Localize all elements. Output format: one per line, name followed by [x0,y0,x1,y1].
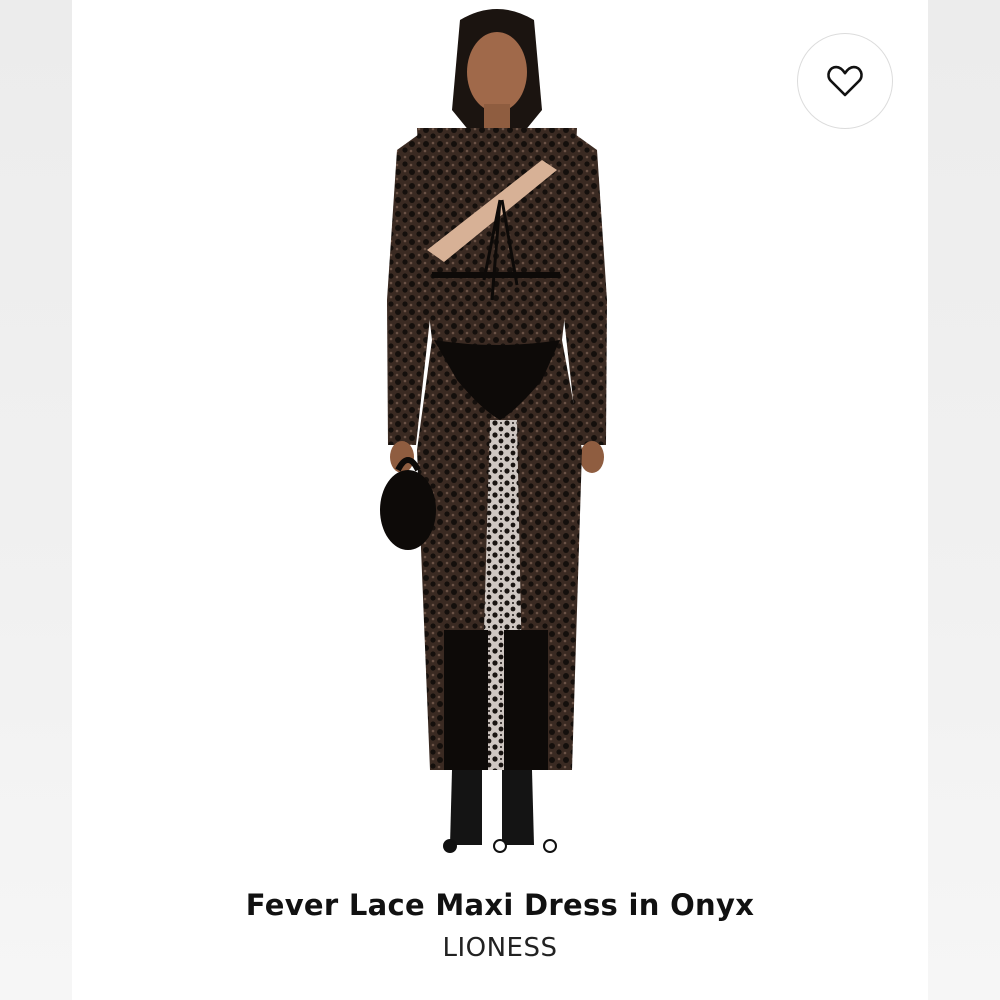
product-title: Fever Lace Maxi Dress in Onyx [245,888,755,922]
product-image[interactable] [72,0,928,880]
wishlist-button[interactable] [797,33,893,129]
image-carousel-dots [0,839,1000,853]
carousel-dot-1[interactable] [443,839,457,853]
brand-name[interactable]: LIONESS [0,933,1000,963]
model-photo [380,9,607,845]
carousel-dot-2[interactable] [493,839,507,853]
heart-outline-icon [827,65,863,97]
carousel-dot-3[interactable] [543,839,557,853]
product-page: Fever Lace Maxi Dress in Onyx LIONESS [0,0,1000,1000]
